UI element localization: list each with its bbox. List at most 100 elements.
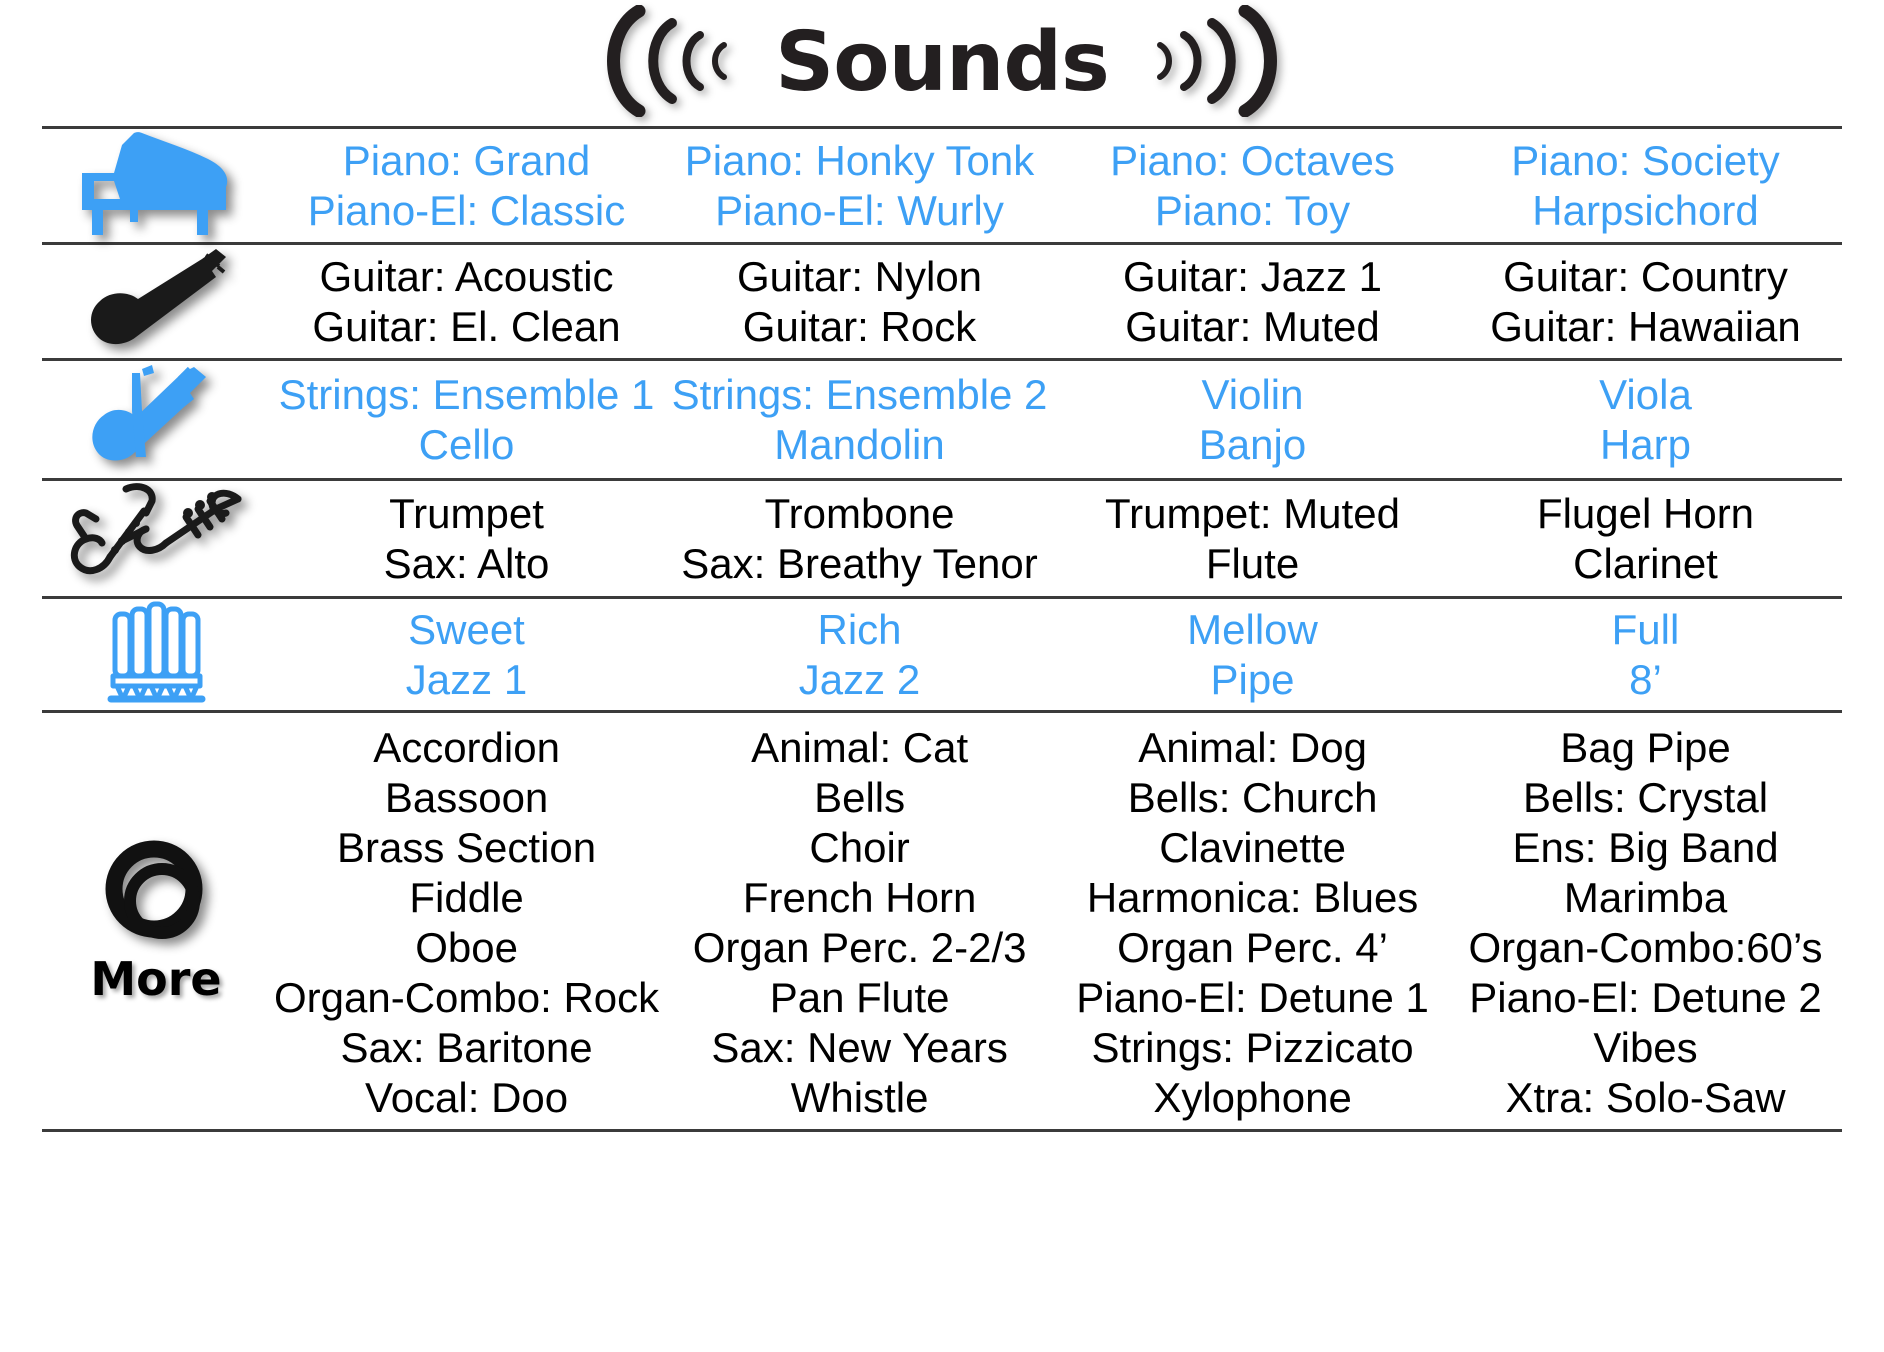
sound-entry[interactable]: Animal: Dog: [1138, 723, 1367, 773]
sound-wave-left-icon: [569, 4, 759, 122]
sound-entry[interactable]: Clavinette: [1159, 823, 1346, 873]
table-row-guitar: Guitar: Acoustic Guitar: El. Clean Guita…: [42, 245, 1842, 361]
row-icon-cell: [42, 129, 270, 242]
sound-entry[interactable]: Organ-Combo:60’s: [1468, 923, 1822, 973]
sound-column[interactable]: Piano: Society Harpsichord: [1449, 129, 1842, 242]
sound-entry[interactable]: Clarinet: [1573, 539, 1718, 589]
sound-column[interactable]: Sweet Jazz 1: [270, 599, 663, 710]
sound-entry[interactable]: Bells: [814, 773, 905, 823]
sound-entry[interactable]: Banjo: [1199, 420, 1306, 470]
sound-column[interactable]: Piano: Grand Piano-El: Classic: [270, 129, 663, 242]
sound-entry[interactable]: Animal: Cat: [751, 723, 968, 773]
sound-entry[interactable]: Jazz 2: [799, 655, 920, 705]
sound-entry[interactable]: Vibes: [1593, 1023, 1697, 1073]
sound-entry[interactable]: Xtra: Solo-Saw: [1505, 1073, 1785, 1123]
sound-entry[interactable]: Bells: Church: [1128, 773, 1378, 823]
sound-entry[interactable]: Piano: Society: [1511, 136, 1780, 186]
sound-entry[interactable]: Fiddle: [409, 873, 523, 923]
sound-entry[interactable]: Sax: New Years: [711, 1023, 1008, 1073]
sound-entry[interactable]: Harpsichord: [1532, 186, 1758, 236]
sound-entry[interactable]: Flute: [1206, 539, 1299, 589]
sound-column[interactable]: Strings: Ensemble 1 Cello: [270, 361, 663, 478]
sound-entry[interactable]: Marimba: [1564, 873, 1727, 923]
sound-entry[interactable]: Piano-El: Classic: [308, 186, 625, 236]
sound-column[interactable]: Accordion Bassoon Brass Section Fiddle O…: [270, 713, 663, 1129]
sound-entry[interactable]: Oboe: [415, 923, 518, 973]
sound-entry[interactable]: Guitar: Jazz 1: [1123, 252, 1382, 302]
sound-entry[interactable]: Bells: Crystal: [1523, 773, 1768, 823]
sound-entry[interactable]: Trombone: [765, 489, 955, 539]
sound-entry[interactable]: Full: [1612, 605, 1680, 655]
sound-entry[interactable]: Bag Pipe: [1560, 723, 1730, 773]
sound-entry[interactable]: Brass Section: [337, 823, 596, 873]
sound-column[interactable]: Bag Pipe Bells: Crystal Ens: Big Band Ma…: [1449, 713, 1842, 1129]
sound-column[interactable]: Violin Banjo: [1056, 361, 1449, 478]
sound-column[interactable]: Strings: Ensemble 2 Mandolin: [663, 361, 1056, 478]
sound-entry[interactable]: Strings: Ensemble 2: [672, 370, 1048, 420]
sound-entry[interactable]: Guitar: Acoustic: [319, 252, 613, 302]
sound-entry[interactable]: Guitar: Rock: [743, 302, 976, 352]
sound-entry[interactable]: Mandolin: [774, 420, 944, 470]
sound-column[interactable]: Guitar: Jazz 1 Guitar: Muted: [1056, 245, 1449, 358]
sound-entry[interactable]: Trumpet: [389, 489, 544, 539]
sound-entry[interactable]: Pan Flute: [770, 973, 950, 1023]
sound-entry[interactable]: Jazz 1: [406, 655, 527, 705]
sound-entry[interactable]: Organ Perc. 4’: [1117, 923, 1388, 973]
sound-entry[interactable]: Bassoon: [385, 773, 548, 823]
sound-entry[interactable]: Sax: Baritone: [340, 1023, 592, 1073]
sound-column[interactable]: Animal: Cat Bells Choir French Horn Orga…: [663, 713, 1056, 1129]
sound-entry[interactable]: Strings: Pizzicato: [1092, 1023, 1414, 1073]
sound-entry[interactable]: Guitar: Nylon: [737, 252, 982, 302]
sound-column[interactable]: Full 8’: [1449, 599, 1842, 710]
sound-column[interactable]: Guitar: Country Guitar: Hawaiian: [1449, 245, 1842, 358]
sound-entry[interactable]: French Horn: [743, 873, 976, 923]
sound-column[interactable]: Animal: Dog Bells: Church Clavinette Har…: [1056, 713, 1449, 1129]
sound-column[interactable]: Piano: Octaves Piano: Toy: [1056, 129, 1449, 242]
sound-entry[interactable]: Choir: [809, 823, 909, 873]
sound-entry[interactable]: Organ-Combo: Rock: [274, 973, 659, 1023]
sound-entry[interactable]: Sweet: [408, 605, 525, 655]
sound-column[interactable]: Mellow Pipe: [1056, 599, 1449, 710]
sound-entry[interactable]: Piano-El: Detune 2: [1469, 973, 1822, 1023]
sound-entry[interactable]: Piano: Grand: [343, 136, 591, 186]
sound-entry[interactable]: Accordion: [373, 723, 560, 773]
sound-column[interactable]: Rich Jazz 2: [663, 599, 1056, 710]
sound-entry[interactable]: Flugel Horn: [1537, 489, 1754, 539]
sound-column[interactable]: Trumpet: Muted Flute: [1056, 481, 1449, 596]
sound-column[interactable]: Guitar: Nylon Guitar: Rock: [663, 245, 1056, 358]
sound-column[interactable]: Piano: Honky Tonk Piano-El: Wurly: [663, 129, 1056, 242]
sound-entry[interactable]: Ens: Big Band: [1512, 823, 1778, 873]
sound-entry[interactable]: Piano-El: Wurly: [715, 186, 1004, 236]
sound-entry[interactable]: Piano: Toy: [1155, 186, 1350, 236]
sound-entry[interactable]: Guitar: Hawaiian: [1490, 302, 1800, 352]
sound-entry[interactable]: Violin: [1202, 370, 1304, 420]
sound-entry[interactable]: Strings: Ensemble 1: [279, 370, 655, 420]
sound-entry[interactable]: 8’: [1629, 655, 1662, 705]
sound-column[interactable]: Guitar: Acoustic Guitar: El. Clean: [270, 245, 663, 358]
sound-entry[interactable]: Pipe: [1210, 655, 1294, 705]
sound-entry[interactable]: Rich: [817, 605, 901, 655]
sound-entry[interactable]: Vocal: Doo: [365, 1073, 568, 1123]
sound-entry[interactable]: Guitar: El. Clean: [312, 302, 620, 352]
sound-column[interactable]: Trumpet Sax: Alto: [270, 481, 663, 596]
sound-entry[interactable]: Sax: Breathy Tenor: [681, 539, 1037, 589]
sound-entry[interactable]: Harp: [1600, 420, 1691, 470]
sound-entry[interactable]: Whistle: [791, 1073, 929, 1123]
sound-column[interactable]: Flugel Horn Clarinet: [1449, 481, 1842, 596]
sound-entry[interactable]: Piano: Honky Tonk: [685, 136, 1034, 186]
bottom-spacer: [0, 1132, 1884, 1188]
sound-entry[interactable]: Sax: Alto: [384, 539, 550, 589]
sound-entry[interactable]: Piano: Octaves: [1110, 136, 1395, 186]
sound-entry[interactable]: Mellow: [1187, 605, 1318, 655]
sound-column[interactable]: Trombone Sax: Breathy Tenor: [663, 481, 1056, 596]
sound-entry[interactable]: Organ Perc. 2-2/3: [693, 923, 1027, 973]
sound-entry[interactable]: Cello: [419, 420, 515, 470]
sound-entry[interactable]: Guitar: Country: [1503, 252, 1788, 302]
sound-column[interactable]: Viola Harp: [1449, 361, 1842, 478]
sound-entry[interactable]: Piano-El: Detune 1: [1076, 973, 1429, 1023]
sound-entry[interactable]: Trumpet: Muted: [1105, 489, 1400, 539]
sound-entry[interactable]: Xylophone: [1153, 1073, 1352, 1123]
sound-entry[interactable]: Viola: [1599, 370, 1692, 420]
sound-entry[interactable]: Guitar: Muted: [1125, 302, 1379, 352]
sound-entry[interactable]: Harmonica: Blues: [1087, 873, 1418, 923]
